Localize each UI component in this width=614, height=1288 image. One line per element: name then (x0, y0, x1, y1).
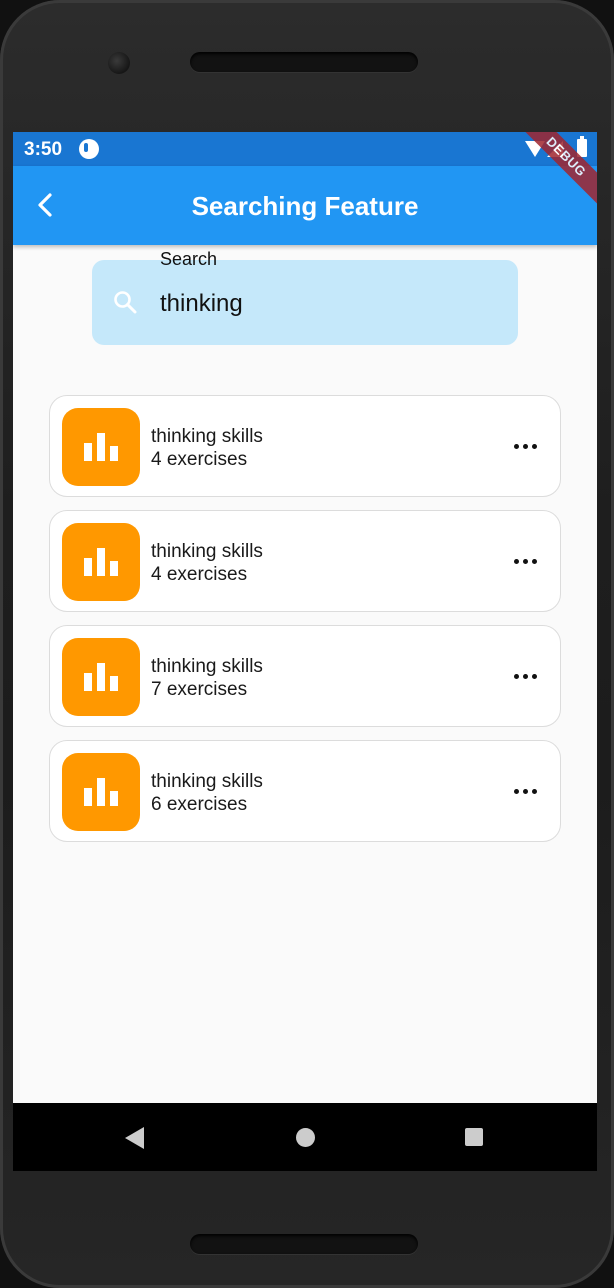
result-card[interactable]: thinking skills 6 exercises (49, 740, 561, 842)
result-title: thinking skills (151, 656, 263, 677)
search-input[interactable]: thinking (92, 260, 518, 345)
search-icon (114, 291, 137, 314)
app-bar: Searching Feature (13, 166, 597, 245)
nav-home-icon[interactable] (296, 1128, 315, 1147)
bar-chart-icon (62, 408, 140, 486)
nav-back-icon[interactable] (125, 1127, 144, 1149)
app-screen: 3:50 Searching Feature DEBUG thinking Se… (13, 132, 597, 1171)
more-horiz-icon[interactable] (514, 444, 538, 450)
more-horiz-icon[interactable] (514, 674, 538, 680)
status-bar: 3:50 (13, 132, 597, 166)
bar-chart-icon (62, 638, 140, 716)
system-nav-bar (13, 1103, 597, 1171)
bar-chart-icon (62, 523, 140, 601)
result-card[interactable]: thinking skills 4 exercises (49, 395, 561, 497)
result-subtitle: 6 exercises (151, 794, 248, 815)
bar-chart-icon (62, 753, 140, 831)
result-title: thinking skills (151, 541, 263, 562)
top-speaker (190, 52, 418, 72)
result-title: thinking skills (151, 771, 263, 792)
result-card[interactable]: thinking skills 4 exercises (49, 510, 561, 612)
result-subtitle: 4 exercises (151, 564, 248, 585)
search-label: Search (160, 249, 218, 269)
phone-frame: 3:50 Searching Feature DEBUG thinking Se… (0, 0, 614, 1288)
front-camera (108, 52, 130, 74)
more-horiz-icon[interactable] (514, 789, 538, 795)
page-title: Searching Feature (191, 191, 419, 221)
search-input-value[interactable]: thinking (160, 290, 243, 318)
nav-recents-icon[interactable] (465, 1128, 483, 1146)
notification-app-icon (79, 139, 99, 159)
bottom-speaker (190, 1234, 418, 1254)
result-card[interactable]: thinking skills 7 exercises (49, 625, 561, 727)
status-time: 3:50 (24, 139, 63, 160)
result-title: thinking skills (151, 426, 263, 447)
more-horiz-icon[interactable] (514, 559, 538, 565)
results-list: thinking skills 4 exercises thinking ski… (49, 395, 561, 855)
result-subtitle: 4 exercises (151, 449, 248, 470)
result-subtitle: 7 exercises (151, 679, 248, 700)
